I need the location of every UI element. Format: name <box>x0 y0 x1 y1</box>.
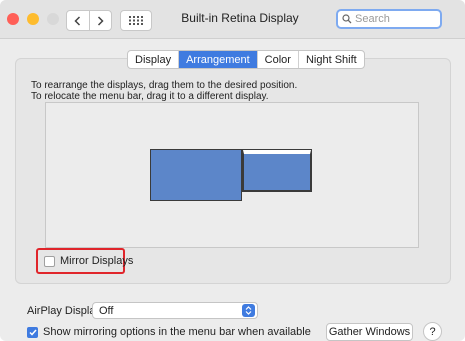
mirror-displays-label: Mirror Displays <box>60 255 134 267</box>
show-mirroring-option[interactable]: Show mirroring options in the menu bar w… <box>27 326 311 338</box>
tab-bar: Display Arrangement Color Night Shift <box>127 50 365 69</box>
grid-icon <box>129 16 143 25</box>
show-all-button[interactable] <box>120 10 152 31</box>
instruction-line-2: To relocate the menu bar, drag it to a d… <box>31 91 269 102</box>
back-button[interactable] <box>67 11 89 30</box>
arrangement-instructions: To rearrange the displays, drag them to … <box>31 80 297 102</box>
minimize-window-button[interactable] <box>27 13 39 25</box>
show-mirroring-label: Show mirroring options in the menu bar w… <box>43 326 311 338</box>
airplay-display-value: Off <box>99 304 114 317</box>
window-title: Built-in Retina Display <box>181 11 299 25</box>
display-thumbnail-main[interactable] <box>150 149 242 201</box>
chevron-right-icon <box>97 15 104 26</box>
zoom-window-button[interactable] <box>47 13 59 25</box>
display-thumbnail-secondary-with-menubar[interactable] <box>242 149 312 192</box>
forward-button[interactable] <box>88 11 112 30</box>
tab-display[interactable]: Display <box>128 51 178 68</box>
help-button[interactable]: ? <box>423 322 442 341</box>
chevron-left-icon <box>74 15 81 26</box>
updown-chevron-icon <box>242 304 255 317</box>
instruction-line-1: To rearrange the displays, drag them to … <box>31 80 298 91</box>
airplay-display-select[interactable]: Off <box>92 302 258 319</box>
search-placeholder: Search <box>355 13 390 25</box>
tab-color[interactable]: Color <box>256 51 298 68</box>
title-bar: Built-in Retina Display Search <box>0 0 465 39</box>
display-arrangement-area <box>45 102 419 248</box>
tab-night-shift[interactable]: Night Shift <box>297 51 364 68</box>
search-field[interactable]: Search <box>336 9 442 29</box>
mirror-displays-checkbox[interactable] <box>44 255 55 267</box>
search-icon <box>342 14 352 24</box>
checkmark-icon <box>28 329 37 336</box>
navigation-buttons <box>66 10 112 31</box>
tab-arrangement[interactable]: Arrangement <box>178 51 257 68</box>
preferences-window: Built-in Retina Display Search Display A… <box>0 0 465 341</box>
close-window-button[interactable] <box>7 13 19 25</box>
mirror-displays-option[interactable]: Mirror Displays <box>44 255 133 267</box>
gather-windows-button[interactable]: Gather Windows <box>326 323 413 341</box>
show-mirroring-checkbox[interactable] <box>27 326 38 338</box>
